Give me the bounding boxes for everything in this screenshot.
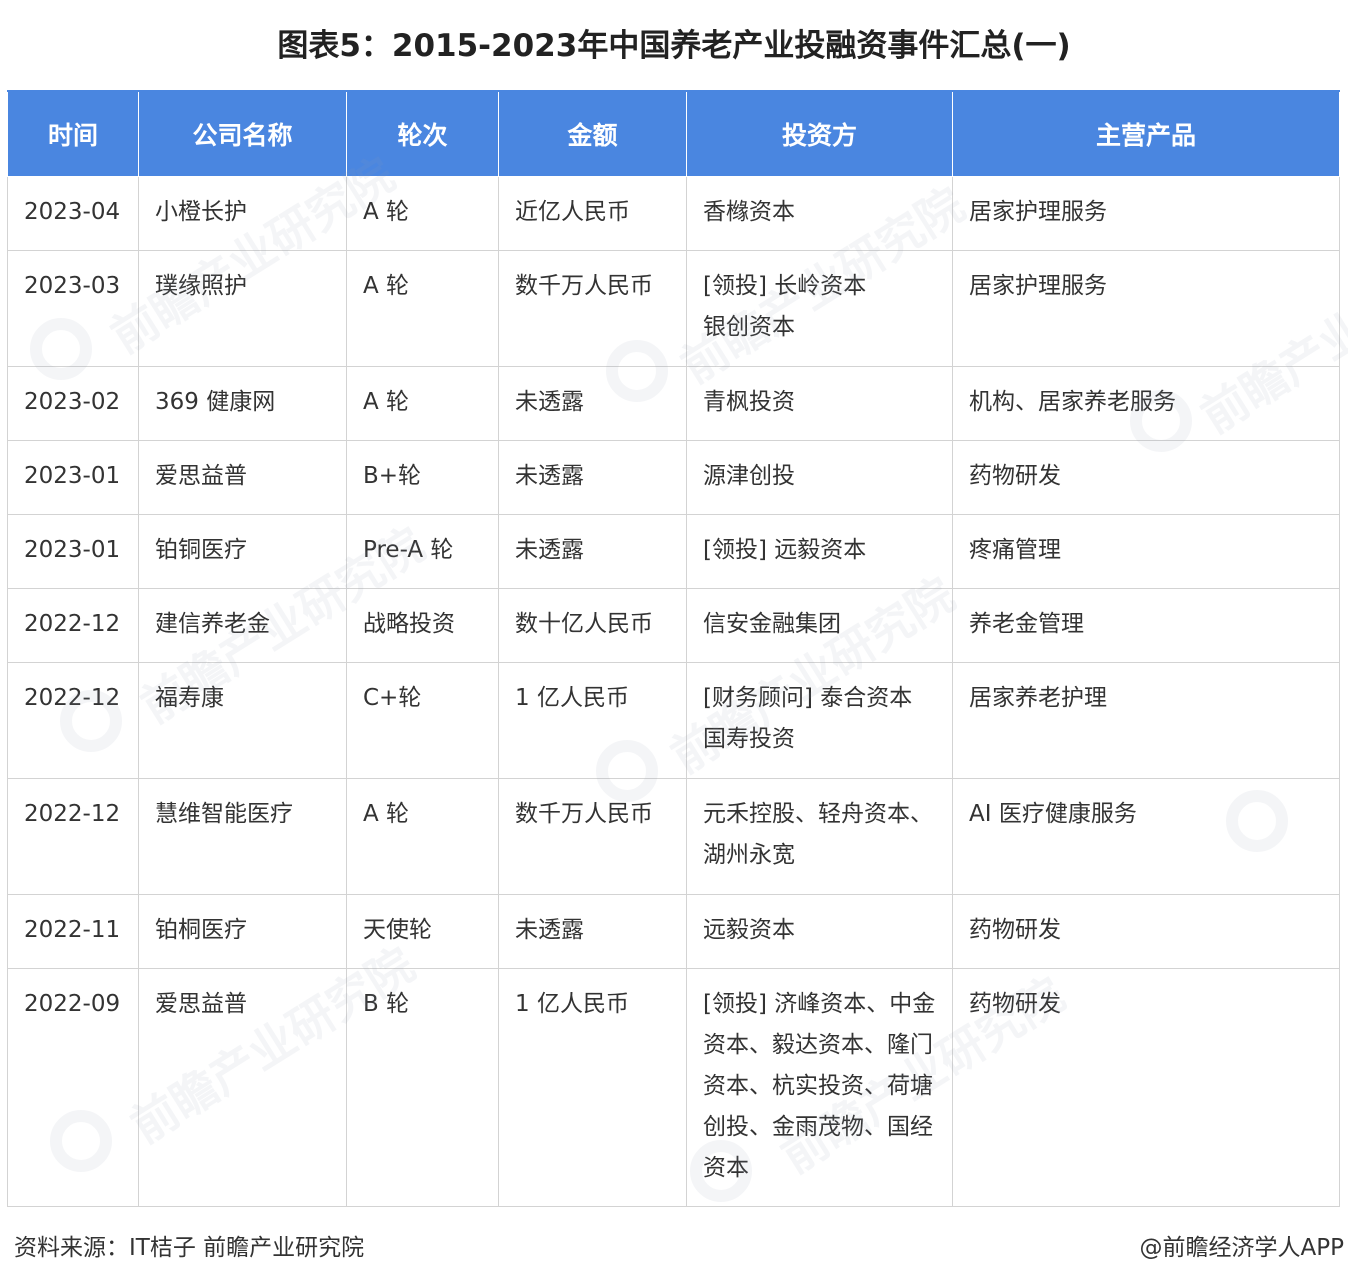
cell-company: 铂铜医疗	[138, 514, 347, 589]
table-row: 2023-01 铂铜医疗 Pre-A 轮 未透露 [领投] 远毅资本 疼痛管理	[7, 514, 1340, 589]
cell-amount: 1 亿人民币	[498, 662, 687, 779]
cell-amount: 未透露	[498, 440, 687, 515]
cell-investors: [领投] 远毅资本	[686, 514, 953, 589]
table-row: 2023-04 小橙长护 A 轮 近亿人民币 香橼资本 居家护理服务	[7, 176, 1340, 251]
table-row: 2022-12 慧维智能医疗 A 轮 数千万人民币 元禾控股、轻舟资本、 湖州永…	[7, 778, 1340, 895]
investment-table: 时间 公司名称 轮次 金额 投资方 主营产品 2023-04 小橙长护 A 轮 …	[7, 90, 1340, 1207]
cell-investors: [领投] 济峰资本、中金 资本、毅达资本、隆门 资本、杭实投资、荷塘 创投、金雨…	[686, 968, 953, 1207]
header-product: 主营产品	[952, 90, 1340, 177]
cell-amount: 数千万人民币	[498, 778, 687, 895]
cell-amount: 数千万人民币	[498, 250, 687, 367]
cell-date: 2023-02	[7, 366, 139, 441]
cell-round: C+轮	[346, 662, 499, 779]
investor-line: [领投] 长岭资本	[703, 273, 867, 299]
investor-line: 资本、毅达资本、隆门	[703, 1032, 933, 1058]
cell-date: 2022-12	[7, 778, 139, 895]
cell-product: 养老金管理	[952, 588, 1340, 663]
table-row: 2023-01 爱思益普 B+轮 未透露 源津创投 药物研发	[7, 440, 1340, 515]
cell-investors: [财务顾问] 泰合资本 国寿投资	[686, 662, 953, 779]
cell-amount: 数十亿人民币	[498, 588, 687, 663]
table-row: 2023-03 璞缘照护 A 轮 数千万人民币 [领投] 长岭资本 银创资本 居…	[7, 250, 1340, 367]
cell-round: A 轮	[346, 366, 499, 441]
table-row: 2022-12 建信养老金 战略投资 数十亿人民币 信安金融集团 养老金管理	[7, 588, 1340, 663]
cell-investors: 青枫投资	[686, 366, 953, 441]
cell-product: 居家护理服务	[952, 250, 1340, 367]
cell-date: 2022-12	[7, 588, 139, 663]
cell-product: 疼痛管理	[952, 514, 1340, 589]
investor-line: [领投] 远毅资本	[703, 537, 867, 563]
cell-investors: 香橼资本	[686, 176, 953, 251]
cell-investors: 元禾控股、轻舟资本、 湖州永宽	[686, 778, 953, 895]
cell-date: 2023-03	[7, 250, 139, 367]
cell-date: 2022-09	[7, 968, 139, 1207]
cell-date: 2022-12	[7, 662, 139, 779]
investor-line: 资本	[703, 1155, 749, 1181]
cell-amount: 未透露	[498, 366, 687, 441]
table-row: 2022-09 爱思益普 B 轮 1 亿人民币 [领投] 济峰资本、中金 资本、…	[7, 968, 1340, 1207]
investor-line: [财务顾问] 泰合资本	[703, 685, 913, 711]
cell-date: 2023-01	[7, 440, 139, 515]
cell-company: 爱思益普	[138, 968, 347, 1207]
cell-round: B 轮	[346, 968, 499, 1207]
cell-date: 2022-11	[7, 894, 139, 969]
investor-line: [领投] 济峰资本、中金	[703, 991, 936, 1017]
cell-product: AI 医疗健康服务	[952, 778, 1340, 895]
cell-investors: [领投] 长岭资本 银创资本	[686, 250, 953, 367]
investor-line: 元禾控股、轻舟资本、	[703, 801, 933, 827]
cell-product: 机构、居家养老服务	[952, 366, 1340, 441]
cell-round: A 轮	[346, 778, 499, 895]
table-row: 2022-11 铂桐医疗 天使轮 未透露 远毅资本 药物研发	[7, 894, 1340, 969]
credit-note: @前瞻经济学人APP	[1139, 1235, 1344, 1261]
cell-company: 爱思益普	[138, 440, 347, 515]
investor-line: 香橼资本	[703, 199, 795, 225]
table-row: 2023-02 369 健康网 A 轮 未透露 青枫投资 机构、居家养老服务	[7, 366, 1340, 441]
header-investors: 投资方	[686, 90, 953, 177]
header-round: 轮次	[346, 90, 499, 177]
investor-line: 青枫投资	[703, 389, 795, 415]
cell-round: Pre-A 轮	[346, 514, 499, 589]
cell-date: 2023-01	[7, 514, 139, 589]
cell-investors: 源津创投	[686, 440, 953, 515]
cell-round: 战略投资	[346, 588, 499, 663]
cell-company: 建信养老金	[138, 588, 347, 663]
cell-amount: 1 亿人民币	[498, 968, 687, 1207]
source-note: 资料来源：IT桔子 前瞻产业研究院	[14, 1235, 365, 1261]
cell-round: 天使轮	[346, 894, 499, 969]
investor-line: 信安金融集团	[703, 611, 841, 637]
cell-company: 铂桐医疗	[138, 894, 347, 969]
table-row: 2022-12 福寿康 C+轮 1 亿人民币 [财务顾问] 泰合资本 国寿投资 …	[7, 662, 1340, 779]
chart-title: 图表5：2015-2023年中国养老产业投融资事件汇总(一)	[277, 28, 1071, 64]
cell-company: 369 健康网	[138, 366, 347, 441]
cell-product: 药物研发	[952, 968, 1340, 1207]
investor-line: 国寿投资	[703, 726, 795, 752]
investor-line: 资本、杭实投资、荷塘	[703, 1073, 933, 1099]
cell-round: A 轮	[346, 250, 499, 367]
cell-company: 小橙长护	[138, 176, 347, 251]
investor-line: 创投、金雨茂物、国经	[703, 1114, 933, 1140]
cell-company: 慧维智能医疗	[138, 778, 347, 895]
cell-investors: 信安金融集团	[686, 588, 953, 663]
cell-round: B+轮	[346, 440, 499, 515]
cell-amount: 未透露	[498, 894, 687, 969]
cell-amount: 未透露	[498, 514, 687, 589]
investor-line: 银创资本	[703, 314, 795, 340]
investor-line: 湖州永宽	[703, 842, 795, 868]
cell-round: A 轮	[346, 176, 499, 251]
cell-product: 药物研发	[952, 440, 1340, 515]
cell-company: 福寿康	[138, 662, 347, 779]
cell-product: 居家护理服务	[952, 176, 1340, 251]
header-date: 时间	[7, 90, 139, 177]
cell-product: 居家养老护理	[952, 662, 1340, 779]
investor-line: 源津创投	[703, 463, 795, 489]
table-header-row: 时间 公司名称 轮次 金额 投资方 主营产品	[7, 90, 1340, 177]
cell-amount: 近亿人民币	[498, 176, 687, 251]
investment-table-container: 时间 公司名称 轮次 金额 投资方 主营产品 2023-04 小橙长护 A 轮 …	[7, 90, 1340, 1207]
header-company: 公司名称	[138, 90, 347, 177]
cell-product: 药物研发	[952, 894, 1340, 969]
cell-investors: 远毅资本	[686, 894, 953, 969]
header-amount: 金额	[498, 90, 687, 177]
cell-date: 2023-04	[7, 176, 139, 251]
investor-line: 远毅资本	[703, 917, 795, 943]
cell-company: 璞缘照护	[138, 250, 347, 367]
